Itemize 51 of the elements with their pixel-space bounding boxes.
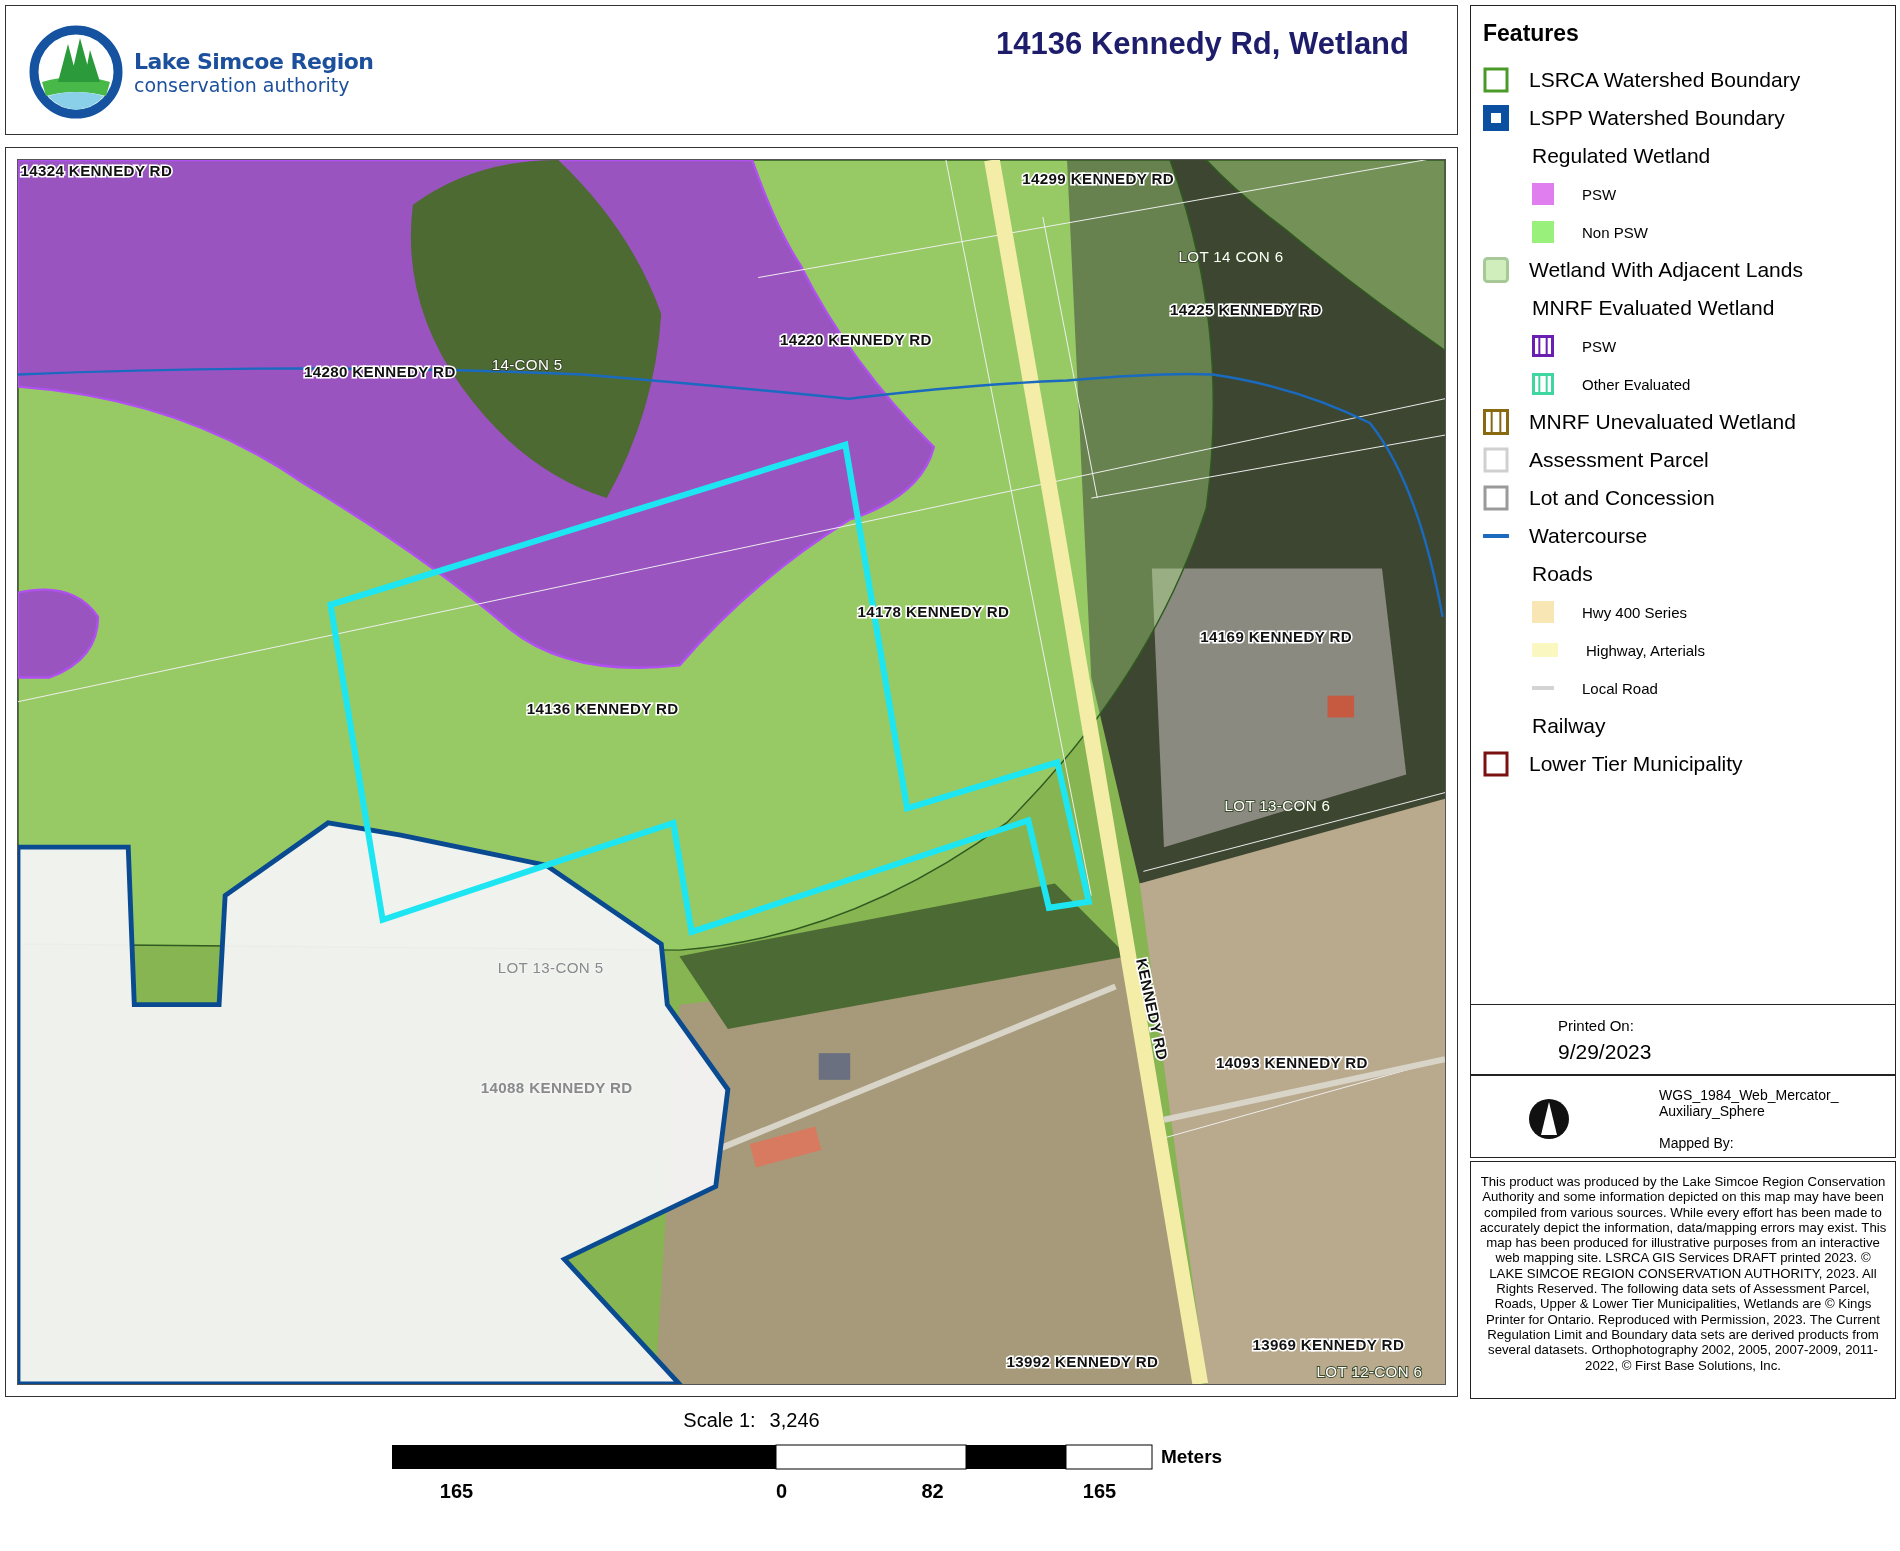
- disclaimer-text: This product was produced by the Lake Simcoe Region Conservation Authority and some information depicted on this map may have been compiled from various sources. While every effort has been made to accurately depict the information, data/mapping errors may exist. This map has been produced for illustrative purposes from an interactive web mapping site. LSRCA GIS Services DRAFT printed 2023. © LAKE SIMCOE REGION CONSERVATION AUTHORITY, 2023. All Rights Reserved. The following data sets of Assessment Parcel, Roads, Upper & Lower Tier Municipalities, Wetlands are © Kings Printer for Ontario. Reproduced with Permission, 2023. The Current Regulation Limit and Boundary data sets are derived products from several datasets. Orthophotography 2002, 2005, 2007-2009, 2011-2022, © First Base Solutions, Inc.: [1470, 1161, 1896, 1399]
- legend-label: Wetland With Adjacent Lands: [1529, 258, 1803, 282]
- legend-label: MNRF Unevaluated Wetland: [1529, 410, 1796, 434]
- map-label: LOT 13-CON 5: [497, 959, 604, 977]
- house: [1327, 695, 1355, 718]
- printed-date: 9/29/2023: [1558, 1039, 1653, 1064]
- scale-tick-label: 0: [775, 1480, 788, 1503]
- map-label: 13992 KENNEDY RD: [1006, 1353, 1159, 1371]
- printed-label: Printed On:: [1558, 1016, 1635, 1034]
- map-label: 14-CON 5: [491, 355, 563, 373]
- house: [818, 1053, 851, 1080]
- map-label: 13969 KENNEDY RD: [1252, 1336, 1405, 1354]
- legend-label: Highway, Arterials: [1586, 641, 1705, 659]
- legend-label: Local Road: [1582, 679, 1658, 697]
- map-label: 14225 KENNEDY RD: [1170, 301, 1322, 319]
- legend-title: Features: [1483, 20, 1580, 47]
- legend-heading: MNRF Evaluated Wetland: [1532, 296, 1775, 320]
- map-label: 14299 KENNEDY RD: [1022, 170, 1174, 188]
- map-label: 14324 KENNEDY RD: [20, 161, 173, 179]
- scale-unit: Meters: [1160, 1446, 1223, 1468]
- legend-heading: Railway: [1532, 714, 1606, 738]
- legend-label: PSW: [1582, 337, 1617, 355]
- logo-subtitle: conservation authority: [134, 73, 351, 96]
- legend-heading: Roads: [1532, 562, 1593, 586]
- legend-label: LSPP Watershed Boundary: [1529, 106, 1785, 130]
- legend-label: Assessment Parcel: [1529, 448, 1709, 472]
- map-label: LOT 12-CON 6: [1316, 1362, 1423, 1380]
- map-label: 14136 KENNEDY RD: [526, 699, 679, 717]
- map-label: LOT 14 CON 6: [1178, 247, 1284, 265]
- legend-label: PSW: [1582, 185, 1617, 203]
- logo-icon: [28, 24, 124, 120]
- projection-name: WGS_1984_Web_Mercator_ Auxiliary_Sphere: [1659, 1087, 1839, 1119]
- mapped-by-label: Mapped By:: [1659, 1135, 1735, 1151]
- legend-label: Lot and Concession: [1529, 486, 1715, 510]
- scale-tick-label: 82: [921, 1480, 944, 1503]
- legend-label: Lower Tier Municipality: [1529, 752, 1743, 776]
- scale-tick-label: 165: [439, 1480, 474, 1503]
- scale-tick-label: 165: [1082, 1480, 1117, 1503]
- legend-label: Other Evaluated: [1582, 375, 1691, 393]
- map-label: 14093 KENNEDY RD: [1216, 1053, 1368, 1071]
- legend-label: Hwy 400 Series: [1582, 603, 1688, 621]
- legend-label: Non PSW: [1582, 223, 1648, 241]
- legend-label: LSRCA Watershed Boundary: [1529, 68, 1801, 92]
- scale-value: 3,246: [769, 1409, 820, 1432]
- legend-heading: Regulated Wetland: [1532, 144, 1711, 168]
- map-title: 14136 Kennedy Rd, Wetland: [996, 26, 1409, 63]
- map-label: 14088 KENNEDY RD: [480, 1079, 633, 1097]
- map-label: 14169 KENNEDY RD: [1200, 628, 1353, 646]
- scale-label: Scale 1:: [683, 1409, 756, 1432]
- logo-name: Lake Simcoe Region: [134, 48, 374, 74]
- legend-label: Watercourse: [1529, 524, 1648, 548]
